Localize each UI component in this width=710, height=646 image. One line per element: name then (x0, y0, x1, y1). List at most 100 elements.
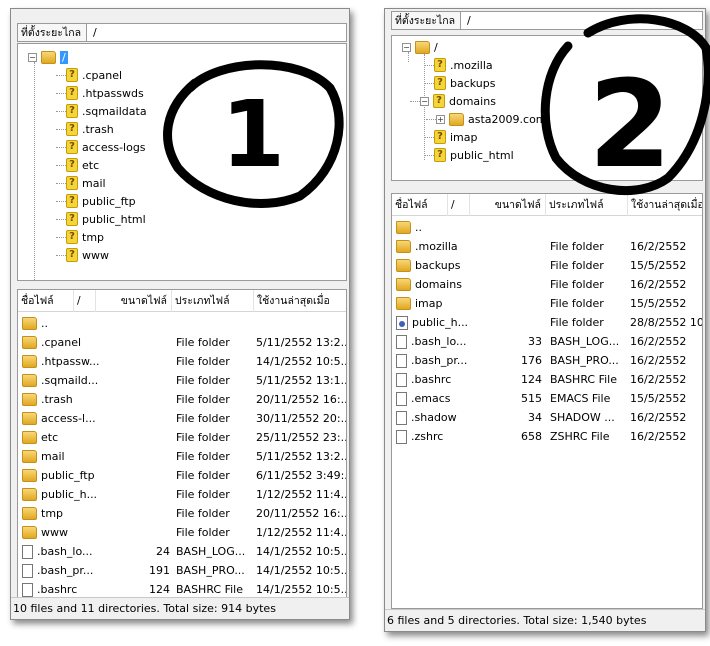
tree-item[interactable]: ? .cpanel (66, 66, 122, 84)
column-filename[interactable]: ชื่อไฟล์ (18, 290, 74, 312)
table-row[interactable]: domains File folder 16/2/2552 (392, 275, 702, 294)
tree-item[interactable]: ? .htpasswds (66, 84, 144, 102)
tree-item[interactable]: ? public_html (434, 146, 514, 164)
unknown-folder-icon: ? (66, 122, 78, 136)
cell-filetype: File folder (176, 355, 230, 368)
tree-item[interactable]: ? www (66, 246, 109, 264)
tree-item-label: public_html (450, 148, 514, 162)
cell-last-modified: 20/11/2552 16:... (256, 393, 347, 406)
filename-text: etc (41, 431, 59, 444)
cell-filesize (502, 218, 542, 237)
tree-item-label: asta2009.com (468, 112, 547, 126)
table-row[interactable]: .bash_lo... 24 BASH_LOG... 14/1/2552 10:5..… (18, 542, 346, 561)
tree-item[interactable]: ? .mozilla (434, 56, 493, 74)
tree-item[interactable]: ? public_ftp (66, 192, 136, 210)
cell-filename: public_ftp (22, 466, 142, 485)
filename-text: tmp (41, 507, 64, 520)
table-row[interactable]: backups File folder 15/5/2552 (392, 256, 702, 275)
cell-last-modified: 5/11/2552 13:1... (256, 374, 347, 387)
table-row[interactable]: tmp File folder 20/11/2552 16:... (18, 504, 346, 523)
filename-text: .bash_lo... (411, 335, 467, 348)
cell-filename: .mozilla (396, 237, 516, 256)
column-last-modified[interactable]: ใช้งานล่าสุดเมื่อ (254, 290, 346, 312)
expand-icon[interactable]: + (436, 114, 445, 124)
file-icon (396, 372, 407, 387)
cell-filetype: BASH_LOG... (550, 335, 620, 348)
unknown-folder-icon: ? (433, 94, 445, 108)
collapse-icon[interactable]: − (28, 52, 37, 62)
table-row[interactable]: www File folder 1/12/2552 11:4... (18, 523, 346, 542)
cell-filesize (128, 409, 170, 428)
table-row[interactable]: etc File folder 25/11/2552 23:... (18, 428, 346, 447)
cell-filename: public_h... (396, 313, 516, 332)
cell-last-modified: 5/11/2552 13:2... (256, 336, 347, 349)
tree-item[interactable]: ? public_html (66, 210, 146, 228)
cell-filetype: File folder (550, 278, 604, 291)
table-row[interactable]: .. (392, 218, 702, 237)
table-row[interactable]: .zshrc 658 ZSHRC File 16/2/2552 (392, 427, 702, 446)
table-row[interactable]: access-l... File folder 30/11/2552 20:... (18, 409, 346, 428)
cell-filesize (502, 256, 542, 275)
table-row[interactable]: .sqmaild... File folder 5/11/2552 13:1... (18, 371, 346, 390)
table-row[interactable]: public_ftp File folder 6/11/2552 3:49:... (18, 466, 346, 485)
table-row[interactable]: .bash_pr... 176 BASH_PRO... 16/2/2552 (392, 351, 702, 370)
table-row[interactable]: .shadow 34 SHADOW ... 16/2/2552 (392, 408, 702, 427)
table-row[interactable]: .emacs 515 EMACS File 15/5/2552 (392, 389, 702, 408)
collapse-icon[interactable]: − (420, 96, 429, 106)
tree-item-label: .cpanel (82, 68, 123, 82)
tree-item[interactable]: ? etc (66, 156, 99, 174)
filename-text: .shadow (411, 411, 457, 424)
tree-item-label: access-logs (82, 140, 146, 154)
remote-path-input[interactable]: / (87, 26, 97, 39)
tree-item[interactable]: −? domains (420, 92, 496, 110)
tree-root[interactable]: − / (28, 48, 68, 66)
remote-path-input[interactable]: / (461, 14, 471, 27)
tree-item[interactable]: ? imap (434, 128, 478, 146)
table-row[interactable]: .bashrc 124 BASHRC File 16/2/2552 (392, 370, 702, 389)
cell-filetype: SHADOW ... (550, 411, 615, 424)
tree-item[interactable]: ? backups (434, 74, 496, 92)
table-row[interactable]: .htpassw... File folder 14/1/2552 10:5... (18, 352, 346, 371)
table-row[interactable]: .trash File folder 20/11/2552 16:... (18, 390, 346, 409)
table-row[interactable]: public_h... File folder 28/8/2552 10: (392, 313, 702, 332)
table-row[interactable]: .cpanel File folder 5/11/2552 13:2... (18, 333, 346, 352)
tree-item[interactable]: ? access-logs (66, 138, 146, 156)
tree-item-label: public_html (82, 212, 146, 226)
column-filesize[interactable]: ขนาดไฟล์ (470, 194, 546, 216)
table-row[interactable]: mail File folder 5/11/2552 13:2... (18, 447, 346, 466)
collapse-icon[interactable]: − (402, 42, 411, 52)
table-row[interactable]: .mozilla File folder 16/2/2552 (392, 237, 702, 256)
filename-text: .sqmaild... (41, 374, 99, 387)
cell-last-modified: 16/2/2552 (630, 240, 687, 253)
filename-text: backups (415, 259, 461, 272)
remote-site-label: ที่ตั้งระยะไกล (392, 12, 462, 29)
cell-filename: .sqmaild... (22, 371, 142, 390)
file-icon (22, 544, 33, 559)
tree-root[interactable]: − / (402, 38, 438, 56)
table-row[interactable]: .bash_pr... 191 BASH_PRO... 14/1/2552 10:5.… (18, 561, 346, 580)
tree-item[interactable]: ? .sqmaildata (66, 102, 147, 120)
tree-item[interactable]: + asta2009.com (436, 110, 547, 128)
table-row[interactable]: public_h... File folder 1/12/2552 11:4... (18, 485, 346, 504)
folder-icon (22, 393, 37, 406)
column-filename[interactable]: ชื่อไฟล์ (392, 194, 448, 216)
cell-filename: .htpassw... (22, 352, 142, 371)
folder-icon (22, 469, 37, 482)
folder-icon (22, 317, 37, 330)
column-filesize[interactable]: ขนาดไฟล์ (96, 290, 172, 312)
table-row[interactable]: .. (18, 314, 346, 333)
tree-item[interactable]: ? .trash (66, 120, 114, 138)
tree-item[interactable]: ? tmp (66, 228, 104, 246)
table-row[interactable]: .bash_lo... 33 BASH_LOG... 16/2/2552 (392, 332, 702, 351)
cell-last-modified: 5/11/2552 13:2... (256, 450, 347, 463)
filename-text: mail (41, 450, 65, 463)
filename-text: .. (415, 221, 422, 234)
folder-icon (22, 355, 37, 368)
cell-filename: .emacs (396, 389, 516, 408)
table-row[interactable]: imap File folder 15/5/2552 (392, 294, 702, 313)
cell-filename: .trash (22, 390, 142, 409)
html-file-icon (396, 315, 408, 330)
tree-item[interactable]: ? mail (66, 174, 106, 192)
column-filetype[interactable]: ประเภทไฟล์ (172, 290, 254, 312)
filename-text: .bash_lo... (37, 545, 93, 558)
